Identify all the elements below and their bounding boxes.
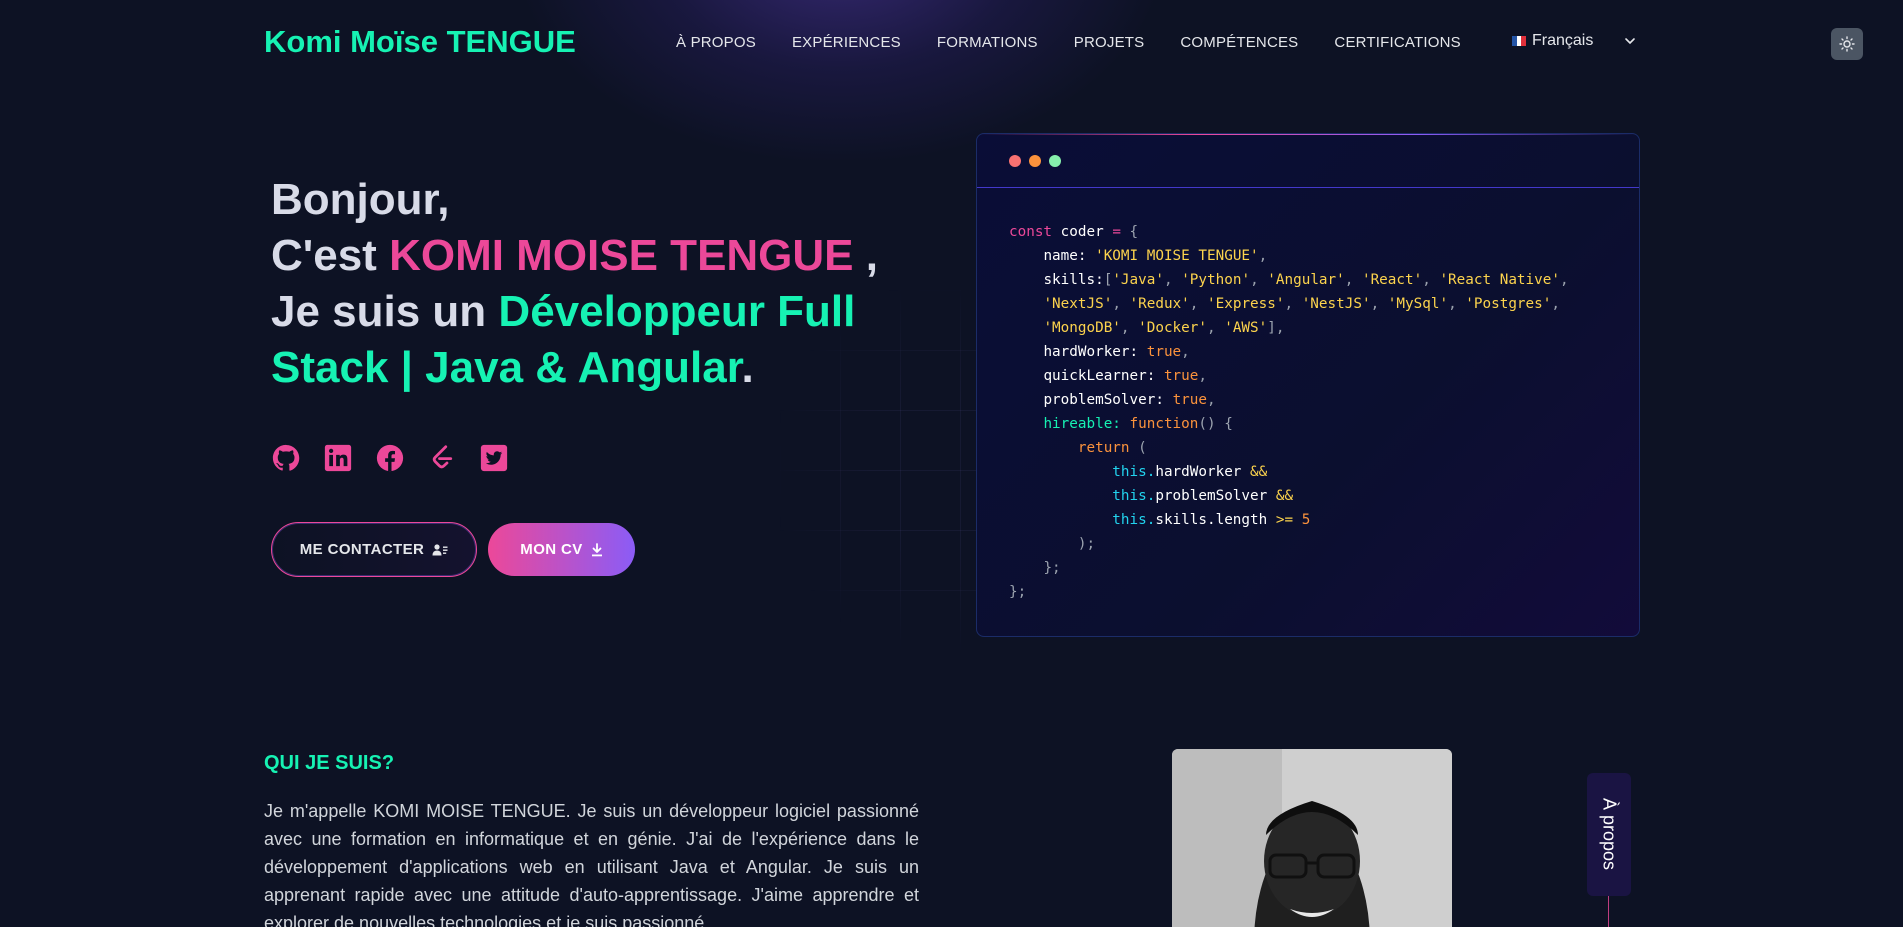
leetcode-icon[interactable] [427,443,457,473]
code-token: skills.length [1155,512,1268,528]
code-token: skills [1043,272,1096,288]
code-token: this. [1112,464,1156,480]
code-token: name [1043,248,1078,264]
code-token: function [1129,416,1199,432]
code-token: true [1163,368,1199,384]
code-token: coder [1060,224,1104,240]
code-token: hardWorker [1155,464,1242,480]
code-token: problemSolver [1043,392,1156,408]
code-token: 'KOMI MOISE TENGUE' [1095,248,1259,264]
code-token: return [1077,440,1130,456]
sun-icon [1839,36,1855,52]
language-label: Français [1532,32,1594,49]
linkedin-icon[interactable] [323,443,353,473]
code-token: this. [1112,488,1156,504]
about-side-tab[interactable]: À propos [1587,773,1631,896]
code-token: hardWorker [1043,344,1130,360]
download-icon [591,542,602,556]
code-token: 'Angular' [1267,272,1345,288]
code-token: 'MongoDB' [1043,320,1121,336]
code-window-titlebar [977,135,1639,188]
site-logo[interactable]: Komi Moïse TENGUE [264,24,576,60]
code-token: 'MySql' [1387,296,1449,312]
side-tab-label: À propos [1599,798,1620,871]
profile-photo [1172,749,1452,927]
code-token: 'AWS' [1224,320,1268,336]
hero-cest: C'est [271,231,390,280]
code-token: 'Java' [1112,272,1164,288]
profile-photo-image [1172,749,1452,927]
code-snippet: const coder = { name: 'KOMI MOISE TENGUE… [1009,224,1569,600]
code-token: hireable: [1043,416,1121,432]
code-window: const coder = { name: 'KOMI MOISE TENGUE… [976,133,1640,637]
twitter-icon[interactable] [479,443,509,473]
about-section-title: QUI JE SUIS? [264,752,395,774]
code-token: quickLearner [1043,368,1147,384]
cv-button-label: MON CV [520,541,583,558]
code-token: problemSolver [1155,488,1268,504]
code-token: 'NestJS' [1301,296,1371,312]
green-dot-icon [1049,155,1061,167]
code-token: 'Python' [1181,272,1251,288]
hero-name: KOMI MOISE TENGUE [389,231,854,280]
code-token: 'NextJS' [1043,296,1113,312]
code-token: 5 [1301,512,1311,528]
code-token: && [1250,464,1268,480]
code-token: >= [1275,512,1294,528]
code-token: const [1009,224,1053,240]
side-tab-line [1608,896,1609,927]
code-token: 'React Native' [1439,272,1560,288]
nav-link-certifications[interactable]: CERTIFICATIONS [1334,34,1460,51]
code-token: this. [1112,512,1156,528]
contact-button[interactable]: ME CONTACTER [271,522,477,577]
code-token: true [1146,344,1182,360]
hero-period: . [741,343,754,392]
code-token: 'React' [1361,272,1423,288]
user-contact-icon [432,543,448,555]
language-selector[interactable]: Français [1512,32,1593,50]
nav-link-apropos[interactable]: À PROPOS [676,34,756,51]
code-token: 'Redux' [1129,296,1190,312]
france-flag-icon [1512,36,1527,46]
nav-link-projets[interactable]: PROJETS [1074,34,1145,51]
chevron-down-icon[interactable] [1623,34,1637,48]
social-links [271,443,509,473]
nav-link-experiences[interactable]: EXPÉRIENCES [792,34,901,51]
code-token: 'Postgres' [1465,296,1552,312]
theme-toggle-button[interactable] [1831,28,1863,60]
download-cv-button[interactable]: MON CV [488,523,635,576]
main-menu: À PROPOS EXPÉRIENCES FORMATIONS PROJETS … [676,34,1461,51]
nav-link-formations[interactable]: FORMATIONS [937,34,1038,51]
top-navbar: Komi Moïse TENGUE À PROPOS EXPÉRIENCES F… [0,0,1903,86]
github-icon[interactable] [271,443,301,473]
about-description: Je m'appelle KOMI MOISE TENGUE. Je suis … [264,801,919,927]
nav-link-competences[interactable]: COMPÉTENCES [1180,34,1298,51]
code-token: && [1275,488,1294,504]
code-token: 'Docker' [1138,320,1207,336]
orange-dot-icon [1029,155,1041,167]
code-token: 'Express' [1207,296,1285,312]
hero-heading: Bonjour, C'est KOMI MOISE TENGUE , Je su… [271,172,931,396]
code-token: true [1172,392,1207,408]
facebook-icon[interactable] [375,443,405,473]
red-dot-icon [1009,155,1021,167]
hero-greeting: Bonjour, [271,175,450,224]
contact-button-label: ME CONTACTER [299,541,425,558]
